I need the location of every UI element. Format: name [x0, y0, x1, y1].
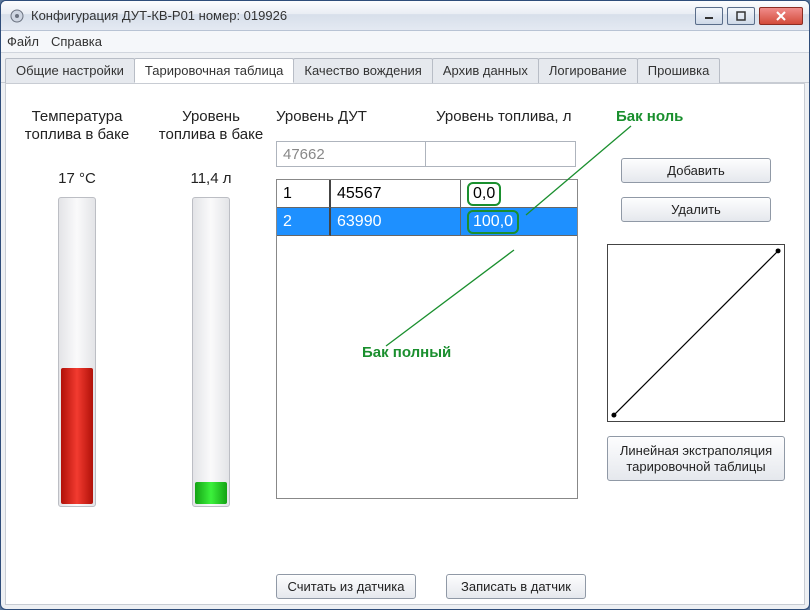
table-row[interactable]: 2 63990 100,0 — [277, 208, 577, 236]
menu-file[interactable]: Файл — [7, 34, 39, 49]
delete-button[interactable]: Удалить — [621, 197, 771, 222]
level-value: 11,4 л — [190, 170, 231, 187]
tab-firmware[interactable]: Прошивка — [637, 58, 721, 83]
tab-driving[interactable]: Качество вождения — [293, 58, 432, 83]
tab-logging[interactable]: Логирование — [538, 58, 638, 83]
tab-general[interactable]: Общие настройки — [5, 58, 135, 83]
temp-label: Температура топлива в баке — [22, 108, 132, 164]
tab-archive[interactable]: Архив данных — [432, 58, 539, 83]
row-index: 1 — [277, 180, 331, 208]
temp-gauge-fill — [61, 368, 93, 504]
level-gauge-column: Уровень топлива в баке 11,4 л — [156, 108, 266, 507]
header-dut-level: Уровень ДУТ — [276, 108, 436, 125]
read-from-sensor-button[interactable]: Считать из датчика — [276, 574, 416, 599]
close-button[interactable] — [759, 7, 803, 25]
row-fuel: 0,0 — [461, 180, 577, 208]
tab-content: Температура топлива в баке 17 °C Уровень… — [5, 83, 805, 605]
header-fuel-level: Уровень топлива, л — [436, 108, 616, 125]
annotation-tank-zero: Бак ноль — [616, 108, 683, 125]
tab-calibration[interactable]: Тарировочная таблица — [134, 58, 295, 83]
temp-value: 17 °C — [58, 170, 96, 187]
dut-value-input[interactable] — [276, 141, 426, 167]
row-dut: 45567 — [331, 180, 461, 208]
app-window: Конфигурация ДУТ-КВ-Р01 номер: 019926 Фа… — [0, 0, 810, 610]
app-icon — [9, 8, 25, 24]
menubar: Файл Справка — [1, 31, 809, 53]
add-button[interactable]: Добавить — [621, 158, 771, 183]
menu-help[interactable]: Справка — [51, 34, 102, 49]
window-title: Конфигурация ДУТ-КВ-Р01 номер: 019926 — [31, 8, 695, 23]
table-row[interactable]: 1 45567 0,0 — [277, 180, 577, 208]
fuel-value-input[interactable] — [426, 141, 576, 167]
row-dut: 63990 — [331, 208, 461, 236]
extrapolate-button[interactable]: Линейная экстраполяция тарировочной табл… — [607, 436, 785, 481]
maximize-button[interactable] — [727, 7, 755, 25]
row-index: 2 — [277, 208, 331, 236]
calibration-chart — [607, 244, 785, 422]
write-to-sensor-button[interactable]: Записать в датчик — [446, 574, 586, 599]
temp-gauge — [58, 197, 96, 507]
level-label: Уровень топлива в баке — [156, 108, 266, 164]
row-fuel: 100,0 — [461, 208, 577, 236]
level-gauge-fill — [195, 482, 227, 504]
tabstrip: Общие настройки Тарировочная таблица Кач… — [1, 53, 809, 83]
minimize-button[interactable] — [695, 7, 723, 25]
calibration-table[interactable]: 1 45567 0,0 2 63990 100,0 — [276, 179, 578, 499]
titlebar: Конфигурация ДУТ-КВ-Р01 номер: 019926 — [1, 1, 809, 31]
temp-gauge-column: Температура топлива в баке 17 °C — [22, 108, 132, 507]
level-gauge — [192, 197, 230, 507]
